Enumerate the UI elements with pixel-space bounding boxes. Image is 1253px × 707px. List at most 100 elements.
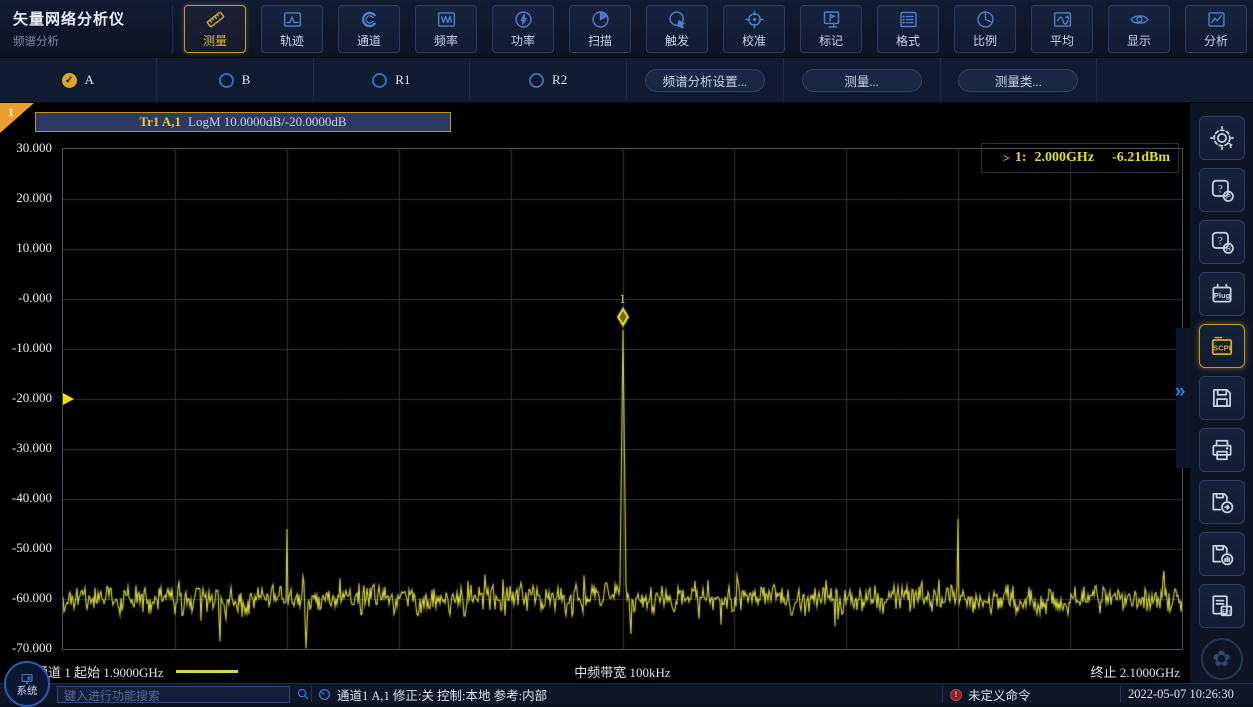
marker-readout-id: 1:	[1015, 150, 1027, 166]
toolbar-button-label: 标记	[819, 32, 843, 49]
analysis-icon	[1206, 9, 1227, 30]
toolbar-button-label: 显示	[1127, 32, 1151, 49]
sidebar-plugin-button[interactable]: Plug	[1199, 272, 1245, 316]
status-divider	[1120, 686, 1121, 702]
title-block: 矢量网络分析仪 频谱分析	[0, 8, 172, 49]
y-axis-tick-label: -70.000	[0, 640, 56, 656]
y-axis-tick-label: -10.000	[0, 340, 56, 356]
marker-readout-amplitude: -6.21dBm	[1112, 150, 1170, 166]
radio-unchecked-icon	[529, 73, 544, 88]
channel-number: 1	[8, 105, 14, 120]
sidebar-help-p-button[interactable]: ?P	[1199, 168, 1245, 212]
marker-diamond-icon	[616, 306, 630, 328]
channel-status-icon	[318, 688, 331, 701]
receiver-radio-a[interactable]: ✓A	[62, 72, 94, 88]
search-icon[interactable]	[296, 687, 310, 701]
toolbar-button-format[interactable]: 格式	[877, 5, 939, 53]
trace-format-scale: LogM 10.0000dB/-20.0000dB	[188, 114, 347, 130]
help-h-icon: ?H	[1209, 229, 1235, 255]
y-axis-tick-label: 20.000	[0, 190, 56, 206]
sidebar-save-export-button[interactable]	[1199, 480, 1245, 524]
svg-text:P: P	[1225, 192, 1230, 201]
menu-cell: 频谱分析设置...	[627, 58, 784, 102]
status-divider	[311, 686, 312, 702]
toolbar-button-label: 分析	[1204, 32, 1228, 49]
toolbar-button-power[interactable]: 功率	[492, 5, 554, 53]
toolbar-button-frequency[interactable]: 频率	[415, 5, 477, 53]
radio-unchecked-icon	[372, 73, 387, 88]
receiver-radio-r2[interactable]: R2	[529, 72, 567, 88]
marker-1-flag[interactable]: 1	[615, 292, 631, 328]
svg-text:?: ?	[1217, 235, 1222, 247]
function-search-input[interactable]	[58, 689, 289, 704]
system-monitor-icon	[19, 672, 35, 686]
toolbar-button-sweep[interactable]: 扫描	[569, 5, 631, 53]
y-axis-tick-label: -20.000	[0, 390, 56, 406]
receiver-label: B	[242, 72, 251, 88]
trigger-icon	[667, 9, 688, 30]
sidebar-save-stats-button[interactable]	[1199, 532, 1245, 576]
marker-readout-arrow: >	[1003, 151, 1010, 166]
receiver-label: A	[85, 72, 94, 88]
channel-corner-tab[interactable]	[0, 103, 34, 133]
svg-text:?: ?	[1217, 183, 1222, 195]
toolbar-button-display[interactable]: 显示	[1108, 5, 1170, 53]
warning-icon: !	[950, 689, 962, 701]
toolbar-button-label: 功率	[511, 32, 535, 49]
sidebar-help-h-button[interactable]: ?H	[1199, 220, 1245, 264]
spectrum-trace-canvas[interactable]	[63, 149, 1182, 649]
sidebar-print-button[interactable]	[1199, 428, 1245, 472]
reference-level-arrow[interactable]	[63, 393, 74, 405]
toolbar-button-calibration[interactable]: 校准	[723, 5, 785, 53]
toolbar-button-channel[interactable]: 通道	[338, 5, 400, 53]
trace-header-bar[interactable]: Tr1 A,1 LogM 10.0000dB/-20.0000dB	[35, 112, 451, 132]
toolbar-button-label: 测量	[203, 32, 227, 49]
sidebar-power-button[interactable]: ✿	[1201, 638, 1243, 680]
toolbar-button-label: 频率	[434, 32, 458, 49]
toolbar-button-analysis[interactable]: 分析	[1185, 5, 1247, 53]
search-box	[57, 686, 290, 703]
sidebar-settings-help-button[interactable]	[1199, 116, 1245, 160]
toolbar-button-trigger[interactable]: 触发	[646, 5, 708, 53]
toolbar-button-trace[interactable]: 轨迹	[261, 5, 323, 53]
menu-cell: 测量...	[784, 58, 941, 102]
toolbar-button-label: 平均	[1050, 32, 1074, 49]
toolbar-button-scale[interactable]: 比例	[954, 5, 1016, 53]
sidebar-expander[interactable]: »	[1170, 379, 1190, 405]
sidebar-save-button[interactable]	[1199, 376, 1245, 420]
receiver-label: R2	[552, 72, 567, 88]
radio-checked-icon: ✓	[62, 73, 77, 88]
toolbar-button-ruler[interactable]: 测量	[184, 5, 246, 53]
app-title: 矢量网络分析仪	[13, 8, 172, 29]
y-axis-tick-label: -30.000	[0, 440, 56, 456]
format-icon	[898, 9, 919, 30]
power-icon	[513, 9, 534, 30]
toolbar-button-label: 比例	[973, 32, 997, 49]
channel-status-text: 通道1 A,1 修正:关 控制:本地 参考:内部	[337, 685, 547, 704]
spectrum-settings-button[interactable]: 频谱分析设置...	[645, 69, 765, 92]
scpi-icon: SCPI	[1209, 333, 1235, 359]
toolbar-button-label: 扫描	[588, 32, 612, 49]
receiver-label: R1	[395, 72, 410, 88]
radio-unchecked-icon	[219, 73, 234, 88]
average-icon	[1052, 9, 1073, 30]
sweep-icon	[590, 9, 611, 30]
sidebar-scpi-button[interactable]: SCPI	[1199, 324, 1245, 368]
save-stats-icon	[1209, 541, 1235, 567]
toolbar-button-marker[interactable]: 标记	[800, 5, 862, 53]
sidebar-language-button[interactable]: En	[1199, 584, 1245, 628]
channel-status: 通道1 A,1 修正:关 控制:本地 参考:内部	[318, 684, 547, 705]
receiver-radio-r1[interactable]: R1	[372, 72, 410, 88]
svg-text:SCPI: SCPI	[1213, 343, 1231, 352]
receiver-radio-b[interactable]: B	[219, 72, 251, 88]
toolbar-button-average[interactable]: 平均	[1031, 5, 1093, 53]
error-text: 未定义命令	[968, 685, 1031, 704]
y-axis-labels: 30.00020.00010.000-0.000-10.000-20.000-3…	[0, 148, 56, 650]
save-export-icon	[1209, 489, 1235, 515]
toolbar-button-label: 触发	[665, 32, 689, 49]
system-button[interactable]: 系统	[4, 661, 50, 707]
measure-class-button[interactable]: 测量类...	[958, 69, 1078, 92]
measure-button[interactable]: 测量...	[802, 69, 922, 92]
display-icon	[1129, 9, 1150, 30]
marker-1-number: 1	[619, 292, 626, 306]
